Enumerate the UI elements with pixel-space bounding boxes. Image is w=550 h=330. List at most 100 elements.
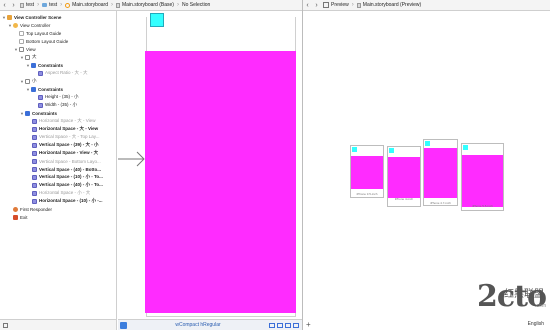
outline-item[interactable]: Horizontal Space - 小 - 大 [32, 189, 90, 197]
document-outline: ▼ View Controller Scene ▼ View Controller … [0, 11, 117, 319]
project-file-icon [20, 2, 24, 8]
outline-item[interactable]: Horizontal Space - 大 - View [32, 125, 98, 133]
forward-button[interactable]: › [9, 0, 18, 10]
outline-item-label: Vertical Space - 大 - Top Lay... [39, 134, 100, 139]
outline-item[interactable]: Vertical Space - (40) - Botto... [32, 165, 101, 173]
breadcrumb-storyboard[interactable]: Main.storyboard [63, 2, 110, 8]
scene-icon [7, 14, 12, 20]
outline-item[interactable]: ▼ View [14, 45, 36, 53]
right-jump-bar: ‹ › Preview › Main.storyboard (Preview) [303, 0, 550, 11]
watermark-cn: 红黑联盟 [504, 289, 544, 300]
outline-item[interactable]: Height - (35) - 小 [38, 93, 79, 101]
constraint-icon [32, 182, 37, 188]
device-preview-35[interactable] [350, 145, 384, 198]
outline-item[interactable]: First Responder [13, 205, 52, 213]
back-button[interactable]: ‹ [0, 0, 9, 10]
folder-icon [42, 3, 48, 7]
first-responder-icon [13, 206, 18, 212]
breadcrumb-label: test [49, 2, 58, 8]
outline-item-label: Exit [20, 214, 28, 220]
breadcrumb-project[interactable]: test [18, 2, 36, 8]
breadcrumb-label: Preview [331, 2, 349, 8]
large-view [388, 157, 420, 198]
language-label[interactable]: English [528, 321, 544, 327]
device-label: iPhone 4.7-inch [430, 201, 451, 205]
back-button[interactable]: ‹ [303, 0, 312, 10]
small-view[interactable] [150, 13, 164, 27]
outline-item[interactable]: Bottom Layout Guide [19, 37, 68, 45]
constraint-icon [32, 118, 37, 124]
outline-item[interactable]: Horizontal Space - View - 大 [32, 149, 98, 157]
exit-icon [13, 214, 18, 220]
outline-item[interactable]: ▼ Constraints [26, 61, 63, 69]
breadcrumb-base[interactable]: Main.storyboard (Base) [114, 2, 176, 8]
constraints-icon [25, 110, 30, 116]
constraint-icon [32, 174, 37, 180]
breadcrumb-preview-file[interactable]: Main.storyboard (Preview) [355, 2, 423, 8]
outline-item[interactable]: Vertical Space - 大 - Top Lay... [32, 133, 99, 141]
breadcrumb-preview[interactable]: Preview [321, 2, 351, 8]
small-view [425, 141, 430, 146]
outline-item[interactable]: Aspect Ratio - 大 - 大 [38, 69, 88, 77]
outline-item[interactable]: Horizontal Space - (10) - 小 -... [32, 197, 103, 205]
canvas-bottom-bar: wCompact hRegular [118, 319, 302, 330]
outline-item[interactable]: Vertical Space - (39) - 大 - 小 [32, 141, 99, 149]
add-device-icon[interactable]: + [306, 320, 311, 329]
device-label: iPhone 5.5-inch [472, 204, 493, 208]
view-controller-icon [13, 22, 18, 28]
outline-item-label: Vertical Space - (40) - 小 - To... [39, 182, 103, 187]
constraint-icon [32, 142, 37, 148]
device-label: iPhone 4-inch [394, 197, 414, 201]
outline-item[interactable]: Horizontal Space - 大 - View [32, 117, 95, 125]
outline-item[interactable]: ▼ Constraints [20, 109, 57, 117]
outline-item-label: Vertical Space - (39) - 大 - 小 [39, 142, 99, 147]
outline-item-label: View [26, 46, 36, 52]
outline-item[interactable]: ▼ 大 [20, 53, 37, 61]
breadcrumb-label: No Selection [181, 2, 211, 8]
view-icon [19, 46, 24, 52]
preview-bottom-bar: + [303, 319, 550, 330]
outline-item[interactable]: ▼ View Controller Scene [2, 13, 61, 21]
large-view[interactable] [145, 51, 296, 313]
constraint-icon [32, 150, 37, 156]
device-preview-55[interactable] [461, 143, 504, 211]
breadcrumb-selection[interactable]: No Selection [180, 2, 212, 8]
storyboard-canvas[interactable] [118, 11, 302, 319]
outline-item-label: Vertical Space - Bottom Layo... [39, 158, 101, 164]
outline-item[interactable]: Vertical Space - (40) - 小 - To... [32, 181, 103, 189]
outline-item[interactable]: Vertical Space - (10) - 小 - To... [32, 173, 103, 181]
outline-item[interactable]: Vertical Space - Bottom Layo... [32, 157, 101, 165]
breadcrumb-group[interactable]: test [40, 2, 59, 8]
device-preview-47[interactable] [423, 139, 458, 206]
pin-icon[interactable] [285, 322, 291, 328]
layout-guide-icon [19, 38, 24, 44]
outline-item[interactable]: Exit [13, 213, 28, 221]
forward-button[interactable]: › [312, 0, 321, 10]
view-icon [25, 78, 30, 84]
stack-icon[interactable] [269, 322, 275, 328]
outline-item-label: Aspect Ratio - 大 - 大 [45, 70, 88, 75]
filter-icon[interactable] [3, 322, 8, 328]
outline-item-label: Horizontal Space - 小 - 大 [39, 190, 91, 195]
constraint-icon [32, 166, 37, 172]
outline-item-label: Horizontal Space - 大 - View [39, 118, 96, 123]
outline-item[interactable]: ▼ Constraints [26, 85, 63, 93]
align-icon[interactable] [277, 322, 283, 328]
outline-item[interactable]: Width - (35) - 小 [38, 101, 77, 109]
outline-toggle-button[interactable] [120, 321, 127, 329]
watermark: 2cto 红黑联盟 .com English [477, 279, 547, 327]
large-view [462, 155, 503, 207]
outline-item[interactable]: ▼ View Controller [8, 21, 50, 29]
resolve-icon[interactable] [293, 322, 299, 328]
outline-bottom-bar [0, 319, 117, 330]
size-class-button[interactable]: wCompact hRegular [127, 322, 269, 328]
outline-item[interactable]: Top Layout Guide [19, 29, 61, 37]
large-view [424, 148, 457, 198]
outline-item-label: Constraints [32, 110, 58, 116]
outline-item[interactable]: ▼ 小 [20, 77, 37, 85]
initial-view-controller-arrow [118, 151, 145, 167]
constraint-icon [32, 198, 37, 204]
outline-item-label: First Responder [20, 206, 53, 212]
outline-item-label: Horizontal Space - (10) - 小 -... [39, 198, 103, 203]
outline-item-label: 大 [32, 54, 37, 59]
